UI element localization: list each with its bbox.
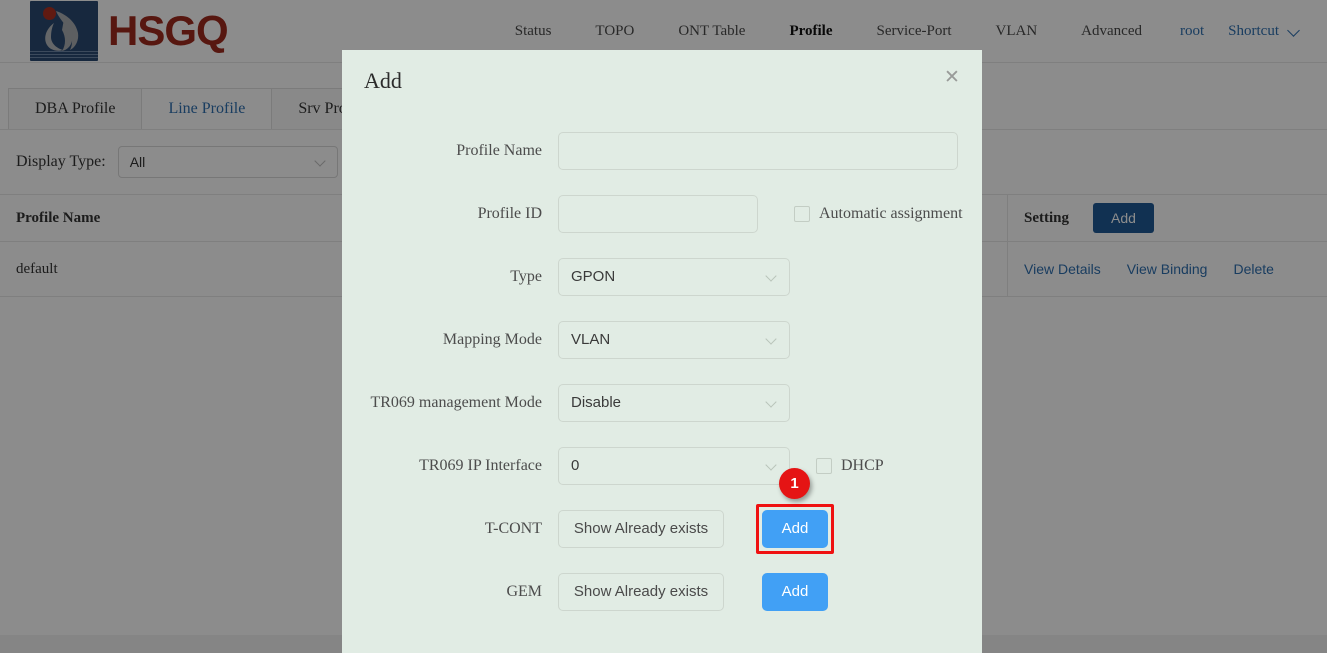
label-tcont: T-CONT — [484, 519, 542, 537]
automatic-assignment-checkbox[interactable]: Automatic assignment — [794, 205, 963, 223]
checkbox-box-icon — [794, 205, 810, 222]
chevron-down-icon — [767, 335, 777, 345]
row-type: Type GPON — [342, 245, 982, 308]
annotation-step-badge: 1 — [779, 467, 810, 499]
dialog-body: Profile Name Profile ID Automatic assign… — [342, 110, 982, 623]
row-tcont: T-CONT Show Already exists 1 Add — [342, 467, 982, 560]
chevron-down-icon — [767, 272, 777, 282]
type-select[interactable]: GPON — [558, 257, 790, 296]
chevron-down-icon — [767, 398, 777, 408]
label-mapping-mode: Mapping Mode — [442, 330, 542, 348]
dhcp-checkbox[interactable]: DHCP — [816, 457, 884, 475]
row-tr069-ip-interface: TR069 IP Interface 0 DHCP — [342, 434, 982, 497]
gem-show-existing-button[interactable]: Show Already exists — [558, 572, 724, 611]
tr069-ip-interface-select[interactable]: 0 — [558, 446, 790, 485]
checkbox-box-icon — [816, 457, 832, 474]
gem-add-button[interactable]: Add — [762, 572, 828, 611]
add-line-profile-dialog: Add ✕ Profile Name Profile ID Automatic … — [342, 50, 982, 653]
profile-id-input[interactable] — [558, 194, 758, 233]
dialog-header: Add ✕ — [342, 50, 982, 110]
tcont-show-existing-button[interactable]: Show Already exists — [558, 509, 724, 548]
row-tr069-management-mode: TR069 management Mode Disable — [342, 371, 982, 434]
row-profile-id: Profile ID Automatic assignment — [342, 182, 982, 245]
row-gem: GEM Show Already exists Add — [342, 560, 982, 623]
dhcp-label: DHCP — [841, 456, 884, 474]
label-type: Type — [510, 267, 542, 285]
type-select-value: GPON — [571, 268, 616, 285]
row-mapping-mode: Mapping Mode VLAN — [342, 308, 982, 371]
label-profile-id: Profile ID — [477, 204, 542, 222]
mapping-mode-select[interactable]: VLAN — [558, 320, 790, 359]
automatic-assignment-label: Automatic assignment — [819, 204, 963, 222]
close-icon[interactable]: ✕ — [942, 68, 962, 88]
label-gem: GEM — [506, 582, 542, 600]
tr069-management-mode-value: Disable — [571, 394, 622, 411]
tr069-management-mode-select[interactable]: Disable — [558, 383, 790, 422]
label-tr069-management-mode: TR069 management Mode — [370, 393, 542, 411]
row-profile-name: Profile Name — [342, 119, 982, 182]
tr069-ip-interface-value: 0 — [571, 457, 580, 474]
tcont-add-button[interactable]: Add — [762, 509, 828, 548]
mapping-mode-select-value: VLAN — [571, 331, 611, 348]
chevron-down-icon — [767, 461, 777, 471]
tcont-add-highlight: 1 Add — [756, 467, 834, 554]
dialog-title: Add — [364, 68, 402, 93]
label-tr069-ip-interface: TR069 IP Interface — [419, 456, 542, 474]
label-profile-name: Profile Name — [456, 141, 542, 159]
profile-name-input[interactable] — [558, 131, 958, 170]
